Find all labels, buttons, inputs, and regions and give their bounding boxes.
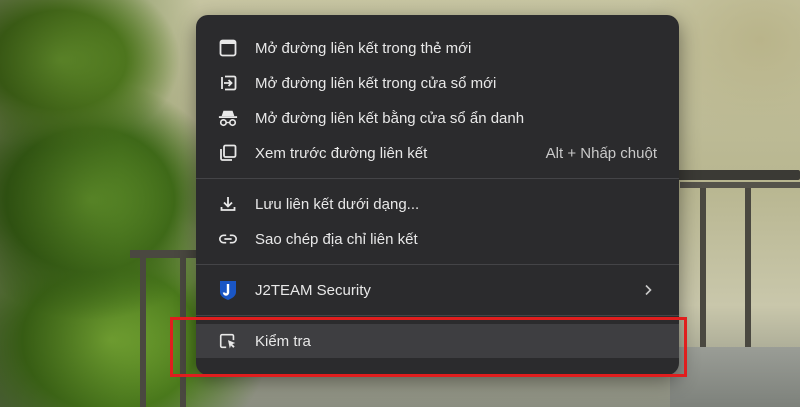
- menu-item-label: Xem trước đường liên kết: [255, 144, 428, 162]
- menu-item-save-link-as[interactable]: Lưu liên kết dưới dạng...: [196, 187, 679, 221]
- shortcut-hint: Alt + Nhấp chuột: [545, 144, 657, 162]
- menu-separator: [196, 315, 679, 316]
- preview-icon: [218, 143, 238, 163]
- incognito-icon: [218, 108, 238, 128]
- new-window-icon: [218, 73, 238, 93]
- link-icon: [218, 229, 238, 249]
- menu-separator: [196, 178, 679, 179]
- menu-item-label: Mở đường liên kết trong thẻ mới: [255, 39, 472, 57]
- highlight-box: [170, 317, 687, 377]
- pavilion-roof-beam: [680, 182, 800, 188]
- pavilion-pillar: [700, 188, 706, 348]
- menu-item-preview-link[interactable]: Xem trước đường liên kết Alt + Nhấp chuộ…: [196, 136, 679, 170]
- menu-item-open-new-window[interactable]: Mở đường liên kết trong cửa sổ mới: [196, 66, 679, 100]
- pavilion-floor: [670, 347, 800, 407]
- download-icon: [218, 194, 238, 214]
- new-tab-icon: [218, 38, 238, 58]
- menu-item-open-incognito[interactable]: Mở đường liên kết bằng cửa sổ ẩn danh: [196, 101, 679, 135]
- j2team-shield-icon: [218, 280, 238, 300]
- menu-item-label: Mở đường liên kết trong cửa sổ mới: [255, 74, 497, 92]
- pavilion-roof: [670, 170, 800, 180]
- menu-item-copy-link[interactable]: Sao chép địa chỉ liên kết: [196, 222, 679, 256]
- menu-item-label: Mở đường liên kết bằng cửa sổ ẩn danh: [255, 109, 525, 127]
- chevron-right-icon: [643, 284, 653, 296]
- menu-separator: [196, 264, 679, 265]
- menu-item-j2team-security[interactable]: J2TEAM Security: [196, 273, 679, 307]
- menu-item-label: Lưu liên kết dưới dạng...: [255, 195, 420, 213]
- menu-item-open-new-tab[interactable]: Mở đường liên kết trong thẻ mới: [196, 31, 679, 65]
- pavilion-pillar: [745, 188, 751, 348]
- menu-item-label: Sao chép địa chỉ liên kết: [255, 230, 418, 248]
- menu-item-label: J2TEAM Security: [255, 281, 371, 299]
